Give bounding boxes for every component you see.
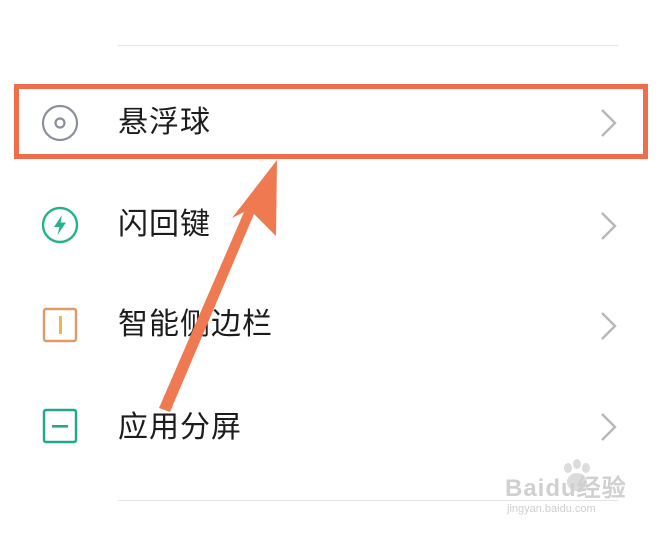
settings-item-label: 闪回键 bbox=[118, 207, 211, 242]
settings-item-flashback-key[interactable]: 闪回键 bbox=[0, 173, 662, 273]
highlight-box bbox=[14, 84, 648, 159]
chevron-right-icon[interactable] bbox=[596, 410, 620, 444]
settings-item-label: 智能侧边栏 bbox=[118, 307, 273, 342]
chevron-right-icon[interactable] bbox=[596, 209, 620, 243]
settings-item-smart-sidebar[interactable]: 智能侧边栏 bbox=[0, 273, 662, 373]
split-screen-icon bbox=[42, 408, 78, 444]
sidebar-icon bbox=[42, 307, 78, 343]
top-divider bbox=[118, 45, 618, 46]
watermark-brand: Baidu经验 bbox=[505, 475, 627, 502]
chevron-right-icon[interactable] bbox=[596, 309, 620, 343]
lightning-icon bbox=[41, 206, 79, 244]
settings-item-label: 应用分屏 bbox=[118, 410, 242, 445]
watermark-url: jingyan.baidu.com bbox=[507, 503, 596, 515]
baidu-watermark: Baidu经验 jingyan.baidu.com bbox=[505, 458, 655, 528]
